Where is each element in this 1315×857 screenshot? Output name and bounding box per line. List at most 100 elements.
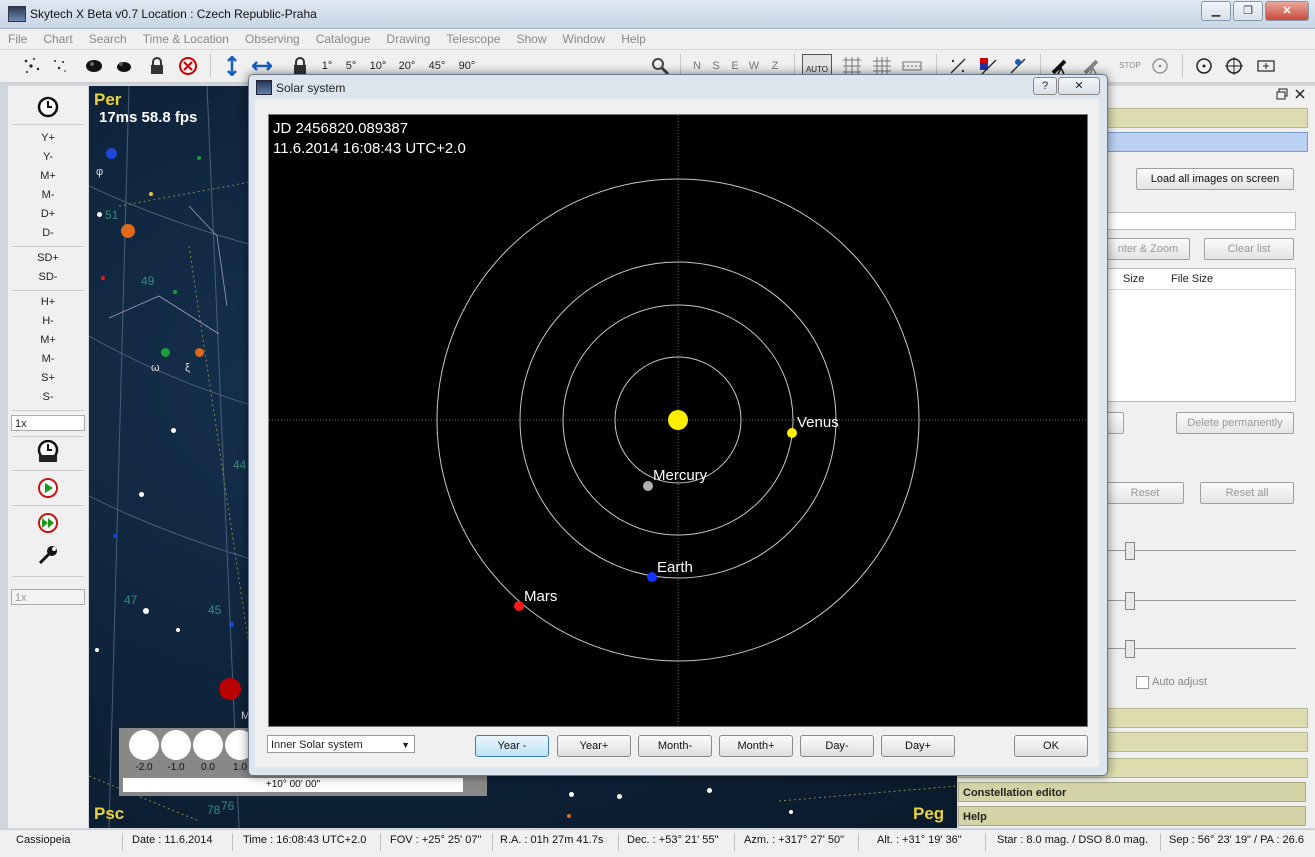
menu-show[interactable]: Show <box>508 32 554 46</box>
star[interactable] <box>707 788 712 793</box>
delete-permanently-button[interactable]: Delete permanently <box>1176 412 1294 434</box>
column-size[interactable]: Size <box>1123 273 1144 285</box>
galaxy-icon[interactable] <box>84 56 104 76</box>
mars-planet[interactable] <box>514 601 524 611</box>
help-header[interactable]: Help <box>958 806 1306 826</box>
constellation-names-icon[interactable] <box>1008 56 1028 76</box>
menu-help[interactable]: Help <box>613 32 654 46</box>
close-dock-icon[interactable] <box>1294 88 1306 100</box>
menu-observing[interactable]: Observing <box>237 32 308 46</box>
hour-plus-button[interactable]: H+ <box>8 296 88 308</box>
star[interactable] <box>195 348 204 357</box>
star[interactable] <box>143 608 149 614</box>
telescope-off-icon[interactable] <box>1082 56 1102 76</box>
minute-plus-button[interactable]: M+ <box>8 334 88 346</box>
star[interactable] <box>569 792 574 797</box>
month-minus-button[interactable]: M- <box>8 189 88 201</box>
hour-minus-button[interactable]: H- <box>8 315 88 327</box>
horizontal-flip-icon[interactable] <box>252 56 272 76</box>
star[interactable] <box>113 534 117 538</box>
mercury-planet[interactable] <box>643 481 653 491</box>
star[interactable] <box>149 192 153 196</box>
year-minus-button[interactable]: Year - <box>475 735 549 757</box>
star[interactable] <box>161 348 170 357</box>
reset-button[interactable]: Reset <box>1106 482 1184 504</box>
constellation-boundaries-icon[interactable] <box>978 56 998 76</box>
clock-icon[interactable] <box>37 96 59 118</box>
frame-icon[interactable] <box>1256 56 1276 76</box>
dialog-titlebar[interactable]: Solar system ? ✕ <box>249 75 1107 99</box>
telescope-stop-button[interactable]: STOP <box>1116 54 1144 78</box>
target-icon[interactable] <box>1194 56 1214 76</box>
grid-icon[interactable] <box>842 56 862 76</box>
star[interactable] <box>789 810 793 814</box>
slider-handle[interactable] <box>1125 542 1135 560</box>
time-step-spinbox[interactable]: 1x <box>11 415 85 431</box>
star[interactable] <box>197 156 201 160</box>
fast-forward-icon[interactable] <box>37 512 59 534</box>
constellation-editor-header[interactable]: Constellation editor <box>958 782 1306 802</box>
second-minus-button[interactable]: S- <box>8 391 88 403</box>
nebula-icon[interactable] <box>114 56 134 76</box>
clear-list-button[interactable]: Clear list <box>1204 238 1294 260</box>
minimize-button[interactable]: ▁ <box>1201 1 1231 21</box>
vertical-flip-icon[interactable] <box>222 56 242 76</box>
star[interactable] <box>95 648 99 652</box>
menu-catalogue[interactable]: Catalogue <box>308 32 379 46</box>
menu-drawing[interactable]: Drawing <box>378 32 438 46</box>
animation-step-spinbox[interactable]: 1x <box>11 589 85 605</box>
year-plus-button[interactable]: Year+ <box>557 735 631 757</box>
year-minus-button[interactable]: Y- <box>8 151 88 163</box>
menu-telescope[interactable]: Telescope <box>438 32 508 46</box>
reset-all-button[interactable]: Reset all <box>1200 482 1294 504</box>
cancel-icon[interactable] <box>178 56 198 76</box>
telescope-icon[interactable] <box>1050 56 1070 76</box>
maximize-button[interactable]: ❐ <box>1233 1 1263 21</box>
sun[interactable] <box>668 410 688 430</box>
month-plus-button[interactable]: M+ <box>8 170 88 182</box>
play-icon[interactable] <box>37 477 59 499</box>
star[interactable] <box>101 276 105 280</box>
path-field[interactable] <box>1106 212 1296 230</box>
menu-window[interactable]: Window <box>555 32 614 46</box>
dialog-help-button[interactable]: ? <box>1033 77 1057 95</box>
small-button[interactable] <box>1106 412 1124 434</box>
center-zoom-button[interactable]: nter & Zoom <box>1106 238 1190 260</box>
day-minus-button[interactable]: Day- <box>800 735 874 757</box>
venus-planet[interactable] <box>787 428 797 438</box>
constellation-lines-icon[interactable] <box>948 56 968 76</box>
earth-planet[interactable] <box>647 572 657 582</box>
grid-2-icon[interactable] <box>872 56 892 76</box>
star[interactable] <box>176 628 180 632</box>
auto-adjust-checkbox[interactable] <box>1136 676 1149 689</box>
star[interactable] <box>106 148 117 159</box>
slider-handle[interactable] <box>1125 640 1135 658</box>
slider-handle[interactable] <box>1125 592 1135 610</box>
horizon-icon[interactable] <box>902 56 922 76</box>
month-plus-button[interactable]: Month+ <box>719 735 793 757</box>
star[interactable] <box>229 622 234 627</box>
lock-fov-icon[interactable] <box>290 56 310 76</box>
minute-minus-button[interactable]: M- <box>8 353 88 365</box>
image-list[interactable]: Size File Size <box>1106 268 1296 402</box>
star[interactable] <box>121 224 135 238</box>
solar-system-view[interactable]: Venus Mercury Earth Mars JD 2456820.0893… <box>268 114 1088 727</box>
star[interactable] <box>567 814 571 818</box>
menu-time-location[interactable]: Time & Location <box>135 32 237 46</box>
ok-button[interactable]: OK <box>1014 735 1088 757</box>
star[interactable] <box>97 212 102 217</box>
sidereal-day-plus-button[interactable]: SD+ <box>8 252 88 264</box>
load-all-images-button[interactable]: Load all images on screen <box>1136 168 1294 190</box>
day-minus-button[interactable]: D- <box>8 227 88 239</box>
menu-file[interactable]: File <box>0 32 35 46</box>
stars-icon[interactable] <box>22 56 42 76</box>
close-button[interactable]: ✕ <box>1265 1 1309 21</box>
target-cross-icon[interactable] <box>1224 56 1244 76</box>
column-file-size[interactable]: File Size <box>1171 273 1213 285</box>
star[interactable] <box>139 492 144 497</box>
stars-small-icon[interactable] <box>50 56 70 76</box>
wrench-icon[interactable] <box>37 544 59 566</box>
sidereal-day-minus-button[interactable]: SD- <box>8 271 88 283</box>
star[interactable] <box>219 678 241 700</box>
second-plus-button[interactable]: S+ <box>8 372 88 384</box>
